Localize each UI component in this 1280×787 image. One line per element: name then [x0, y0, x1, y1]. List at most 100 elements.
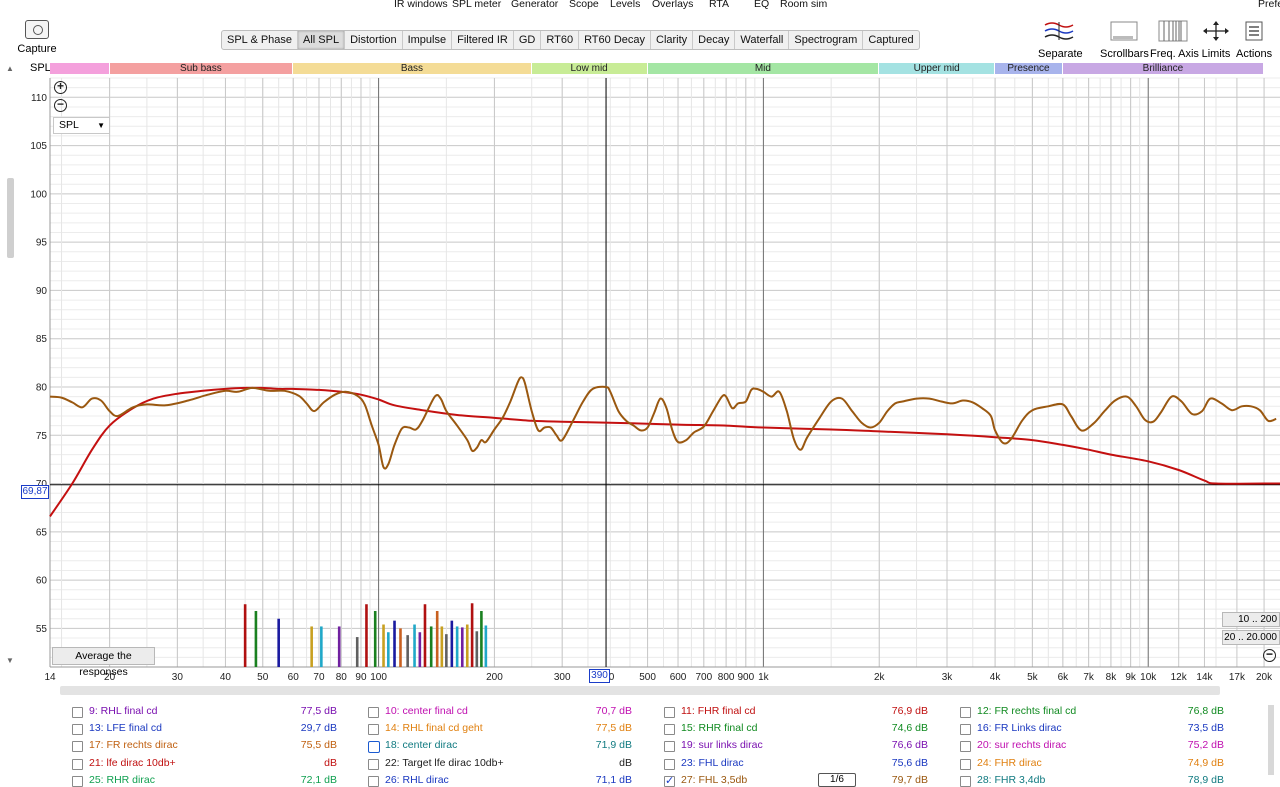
- measurement-checkbox[interactable]: [368, 707, 379, 718]
- x-tick-label: 60: [288, 672, 300, 683]
- measurement-checkbox[interactable]: [664, 707, 675, 718]
- y-tick-label: 105: [30, 141, 47, 152]
- x-tick-label: 7k: [1083, 672, 1095, 683]
- measurement-checkbox[interactable]: [664, 758, 675, 770]
- measurement-checkbox[interactable]: [664, 774, 675, 787]
- response-bar: [337, 626, 341, 667]
- range-20-20000-button[interactable]: 20 .. 20.000: [1222, 630, 1280, 645]
- measurement-level: 77,5 dB: [300, 705, 337, 717]
- cursor-x-readout: 390: [589, 669, 610, 683]
- response-bar: [475, 631, 479, 667]
- response-bar: [435, 610, 439, 667]
- measurement-name: 23: FHL dirac: [681, 756, 744, 769]
- response-bar: [382, 624, 385, 667]
- measurement-checkbox[interactable]: [72, 741, 83, 753]
- response-bar: [277, 618, 280, 667]
- scroll-down-icon[interactable]: ▼: [6, 656, 14, 665]
- y-tick-label: 55: [36, 624, 48, 635]
- vertical-scrollbar-thumb[interactable]: [7, 178, 14, 258]
- measurement-checkbox[interactable]: [368, 758, 379, 770]
- response-bar: [455, 626, 459, 667]
- measurement-name: 22: Target lfe dirac 10db+: [385, 756, 504, 769]
- measurement-name: 17: FR rechts dirac: [89, 739, 178, 752]
- x-tick-label: 5k: [1027, 672, 1039, 683]
- measurement-checkbox[interactable]: [368, 775, 379, 787]
- response-bar: [399, 628, 402, 667]
- measurement-row[interactable]: 24: FHR dirac 74,9 dB: [0, 756, 1224, 772]
- measurement-level: 76,9 dB: [891, 705, 928, 717]
- x-tick-label: 14: [44, 672, 56, 683]
- measurement-checkbox[interactable]: [960, 775, 971, 787]
- collapse-icon[interactable]: −: [1263, 648, 1276, 662]
- response-bar: [465, 624, 469, 667]
- measurement-checkbox[interactable]: [960, 724, 971, 736]
- measurement-level: 76,8 dB: [1187, 705, 1224, 717]
- plot-area: [50, 78, 1280, 667]
- x-tick-label: 14k: [1196, 672, 1213, 683]
- measurement-row[interactable]: 28: FHR 3,4db 78,9 dB: [0, 773, 1224, 787]
- measurement-row[interactable]: 20: sur rechts dirac 75,2 dB: [0, 738, 1224, 754]
- response-bar: [418, 632, 422, 667]
- spl-graph[interactable]: 5560657075808590951001051101420304050607…: [0, 0, 1280, 700]
- response-bar: [243, 604, 247, 667]
- response-bar: [406, 635, 409, 667]
- measurement-level: 77,5 dB: [595, 722, 632, 735]
- response-bar: [450, 620, 454, 667]
- measurement-checkbox[interactable]: [960, 741, 971, 753]
- x-tick-label: 30: [172, 672, 184, 683]
- x-tick-label: 600: [670, 672, 687, 683]
- response-bar: [423, 604, 427, 667]
- x-tick-label: 1k: [758, 672, 770, 683]
- x-tick-label: 80: [336, 672, 348, 683]
- average-responses-button[interactable]: Average the responses: [52, 647, 155, 678]
- measurement-level: 75,2 dB: [1187, 739, 1224, 752]
- measurement-name: 13: LFE final cd: [89, 722, 162, 735]
- cursor-y-readout: 69,87: [21, 485, 49, 499]
- scroll-up-icon[interactable]: ▲: [6, 64, 14, 73]
- measurement-name: 19: sur links dirac: [681, 739, 763, 752]
- measurement-level: 70,7 dB: [595, 705, 632, 717]
- measurement-checkbox[interactable]: [368, 724, 379, 736]
- range-10-200-button[interactable]: 10 .. 200: [1222, 612, 1280, 627]
- x-tick-label: 17k: [1229, 672, 1246, 683]
- y-tick-label: 100: [30, 189, 47, 200]
- list-scrollbar[interactable]: [1268, 705, 1274, 775]
- measurement-level: 71,9 dB: [595, 739, 632, 752]
- response-bar: [310, 626, 313, 667]
- x-tick-label: 700: [695, 672, 712, 683]
- x-tick-label: 90: [355, 672, 367, 683]
- measurement-list: 9: RHL final cd 77,5 dB 13: LFE final cd 29…: [0, 699, 1280, 787]
- measurement-row[interactable]: 16: FR Links dirac 73,5 dB: [0, 721, 1224, 737]
- measurement-row[interactable]: 12: FR rechts final cd 76,8 dB: [0, 704, 1224, 720]
- measurement-level: dB: [324, 756, 337, 769]
- response-bar: [387, 632, 390, 667]
- measurement-checkbox[interactable]: [368, 741, 380, 754]
- measurement-checkbox[interactable]: [72, 775, 83, 787]
- measurement-name: 21: lfe dirac 10db+: [89, 756, 176, 769]
- smoothing-badge[interactable]: 1/6: [818, 773, 856, 787]
- measurement-checkbox[interactable]: [72, 707, 83, 718]
- measurement-name: 18: center dirac: [385, 739, 458, 752]
- horizontal-scrollbar[interactable]: [60, 686, 1220, 695]
- x-tick-label: 20k: [1256, 672, 1273, 683]
- x-tick-label: 900: [737, 672, 754, 683]
- response-bar: [365, 604, 368, 667]
- measurement-name: 27: FHL 3,5db: [681, 773, 748, 786]
- measurement-checkbox[interactable]: [664, 741, 675, 753]
- zoom-out-icon[interactable]: −: [54, 98, 67, 112]
- measurement-checkbox[interactable]: [664, 724, 675, 736]
- measurement-name: 20: sur rechts dirac: [977, 739, 1067, 752]
- measurement-level: 74,6 dB: [891, 722, 928, 735]
- response-bar: [480, 610, 483, 667]
- measurement-checkbox[interactable]: [960, 707, 971, 718]
- measurement-checkbox[interactable]: [960, 758, 971, 770]
- y-axis-select[interactable]: SPL ▼: [53, 117, 110, 134]
- measurement-checkbox[interactable]: [72, 758, 83, 770]
- y-tick-label: 80: [36, 382, 48, 393]
- y-tick-label: 95: [36, 238, 48, 249]
- measurement-name: 14: RHL final cd geht: [385, 722, 483, 735]
- measurement-checkbox[interactable]: [72, 724, 83, 736]
- measurement-level: 72,1 dB: [300, 773, 337, 786]
- zoom-in-icon[interactable]: +: [54, 80, 67, 94]
- x-tick-label: 2k: [874, 672, 886, 683]
